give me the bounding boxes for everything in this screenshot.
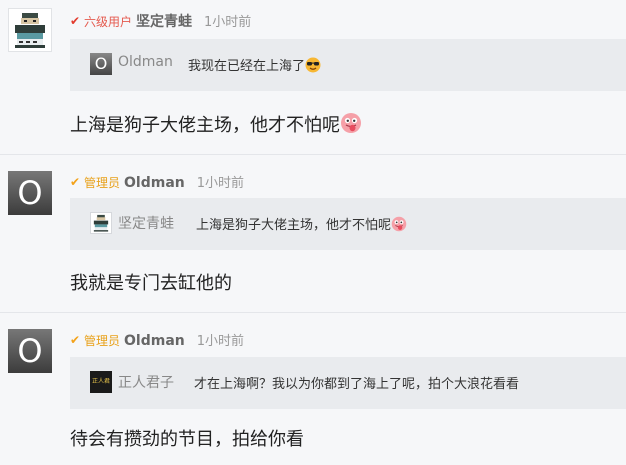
comment-item: O ✔管理员Oldman 1小时前 正人君子 正人君子 才在上海啊？我以为你都到了…	[0, 312, 626, 465]
comment-meta: ✔ 六级用户 坚定青蛙 1小时前	[70, 11, 251, 31]
frog-avatar-icon	[93, 214, 109, 232]
quote-text: 上海是狗子大佬主场，他才不怕呢	[196, 214, 407, 233]
v-gold-icon: ✔	[70, 175, 81, 189]
comment-body: 上海是狗子大佬主场，他才不怕呢	[70, 111, 362, 137]
quote-avatar[interactable]	[90, 212, 112, 234]
username[interactable]: Oldman	[124, 175, 185, 191]
frog-avatar-icon	[15, 13, 45, 48]
user-level: 管理员	[84, 176, 121, 190]
user-level: 管理员	[84, 334, 121, 348]
comment-meta: ✔ 管理员 Oldman 1小时前	[70, 330, 244, 350]
quote-username[interactable]: 坚定青蛙	[118, 213, 174, 233]
quote-text: 我现在已经在上海了	[188, 55, 321, 74]
quote-text-content: 上海是狗子大佬主场，他才不怕呢	[196, 218, 392, 233]
timestamp: 1小时前	[204, 15, 252, 30]
tongue-emoji-icon	[391, 216, 407, 232]
user-level: 六级用户	[84, 15, 133, 29]
comment-body-text: 上海是狗子大佬主场，他才不怕呢	[70, 115, 340, 136]
comment-body: 待会有攒劲的节目，拍给你看	[70, 429, 304, 450]
quoted-reply: 正人君子 正人君子 才在上海啊？我以为你都到了海上了呢，拍个大浪花看看	[70, 357, 626, 409]
sunglasses-emoji-icon	[305, 57, 321, 73]
avatar[interactable]	[8, 8, 52, 52]
quoted-reply: 坚定青蛙 上海是狗子大佬主场，他才不怕呢	[70, 198, 626, 250]
tongue-emoji-icon	[341, 113, 361, 133]
quote-avatar[interactable]: 正人君子	[90, 371, 112, 393]
quote-avatar[interactable]: O	[90, 53, 112, 75]
timestamp: 1小时前	[196, 176, 245, 191]
quote-username[interactable]: 正人君子	[118, 372, 174, 392]
comment-item: O ✔ 管理员 Oldman 1小时前 坚定青蛙 上海是狗子大佬主场，他才不怕呢 我就…	[0, 154, 626, 312]
timestamp: 1小时前	[196, 334, 245, 349]
avatar[interactable]: O	[8, 171, 52, 215]
quoted-reply: O Oldman 我现在已经在上海了	[70, 39, 626, 91]
v-red-icon: ✔	[70, 14, 81, 28]
username[interactable]: Oldman	[124, 333, 185, 349]
username[interactable]: 坚定青蛙	[136, 14, 192, 30]
comment-meta: ✔ 管理员 Oldman 1小时前	[70, 172, 244, 192]
v-gold-icon: ✔	[70, 333, 81, 347]
quote-username[interactable]: Oldman	[118, 54, 173, 70]
comment-body: 我就是专门去缸他的	[70, 273, 232, 294]
avatar[interactable]: O	[8, 329, 52, 373]
comment-item: ✔ 六级用户 坚定青蛙 1小时前 O Oldman 我现在已经在上海了 上海是狗子大佬…	[0, 0, 626, 153]
quote-text: 才在上海啊？我以为你都到了海上了呢，拍个大浪花看看	[194, 377, 520, 392]
quote-text-content: 我现在已经在上海了	[188, 59, 306, 74]
